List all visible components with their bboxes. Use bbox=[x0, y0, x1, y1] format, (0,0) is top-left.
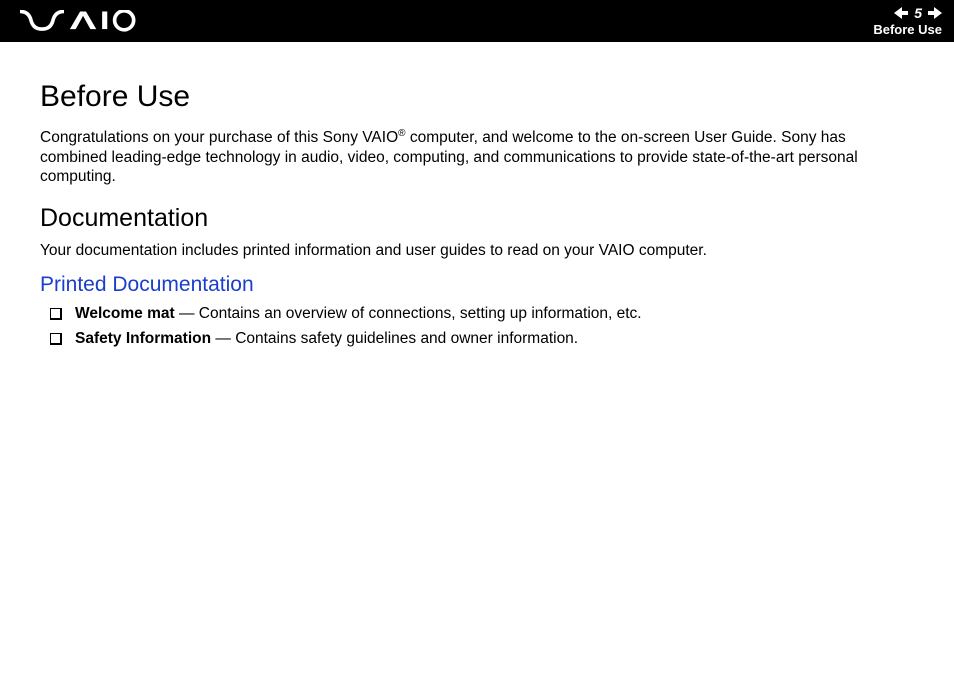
intro-paragraph: Congratulations on your purchase of this… bbox=[40, 128, 914, 186]
bullet-icon bbox=[50, 333, 61, 344]
list-item: Welcome mat — Contains an overview of co… bbox=[50, 305, 914, 323]
list-item-text: Welcome mat — Contains an overview of co… bbox=[75, 305, 642, 323]
documentation-heading: Documentation bbox=[40, 204, 914, 233]
vaio-logo bbox=[20, 10, 152, 32]
intro-text-1: Congratulations on your purchase of this… bbox=[40, 129, 398, 146]
registered-mark: ® bbox=[398, 128, 405, 139]
list-item-bold: Welcome mat bbox=[75, 305, 175, 322]
printed-doc-list: Welcome mat — Contains an overview of co… bbox=[40, 305, 914, 348]
header-right: 5 Before Use bbox=[873, 5, 942, 37]
list-item-rest: — Contains safety guidelines and owner i… bbox=[211, 330, 578, 347]
page-nav: 5 bbox=[873, 5, 942, 21]
page-content: Before Use Congratulations on your purch… bbox=[0, 42, 954, 375]
bullet-icon bbox=[50, 308, 61, 319]
list-item-rest: — Contains an overview of connections, s… bbox=[175, 305, 642, 322]
prev-page-arrow[interactable] bbox=[894, 7, 908, 19]
list-item-text: Safety Information — Contains safety gui… bbox=[75, 330, 578, 348]
list-item: Safety Information — Contains safety gui… bbox=[50, 330, 914, 348]
list-item-bold: Safety Information bbox=[75, 330, 211, 347]
header-bar: 5 Before Use bbox=[0, 0, 954, 42]
printed-documentation-heading: Printed Documentation bbox=[40, 273, 914, 297]
section-label: Before Use bbox=[873, 22, 942, 37]
page-title: Before Use bbox=[40, 80, 914, 114]
next-page-arrow[interactable] bbox=[928, 7, 942, 19]
page-number: 5 bbox=[912, 5, 924, 21]
documentation-intro: Your documentation includes printed info… bbox=[40, 241, 914, 260]
